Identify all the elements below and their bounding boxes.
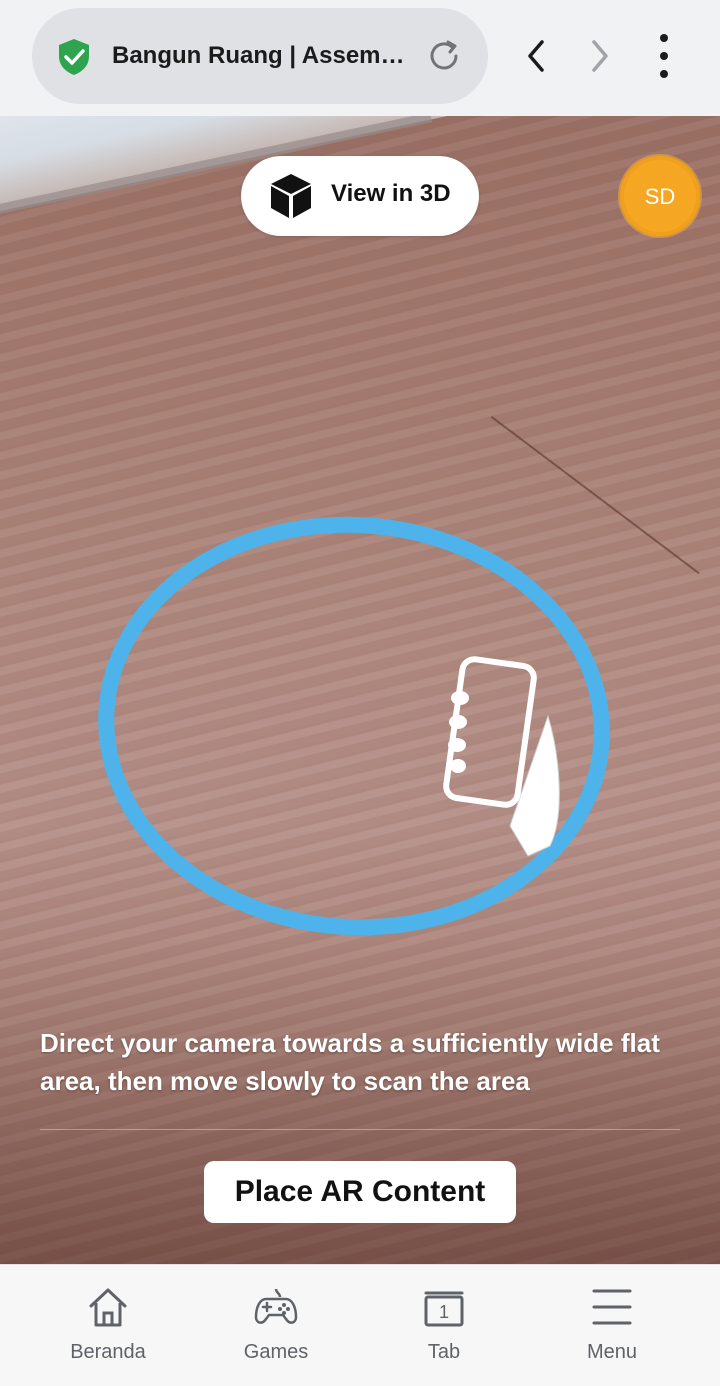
scan-instruction-text: Direct your camera towards a sufficientl… [40,1028,660,1096]
tab-count: 1 [439,1302,449,1322]
address-bar[interactable]: Bangun Ruang | Assemb... [32,8,488,104]
nav-label-tab: Tab [427,1341,461,1363]
nav-item-tab[interactable]: 1 Tab [360,1265,528,1386]
hand-phone-icon [443,656,560,857]
divider [40,1129,680,1130]
avatar[interactable]: SD [620,156,700,236]
more-vertical-icon[interactable] [644,32,684,80]
forward-button[interactable] [580,32,620,80]
shield-check-icon [59,39,89,75]
avatar-initials: SD [644,184,676,209]
bottom-navigation: Beranda Games 1 Tab Menu [0,1264,720,1386]
page-title[interactable]: Bangun Ruang | Assemb... [112,40,412,72]
home-icon [89,1288,127,1327]
nav-item-games[interactable]: Games [192,1265,360,1386]
cube-icon [271,174,311,218]
hamburger-icon [592,1289,632,1325]
gamepad-icon [254,1288,298,1324]
nav-label-games: Games [243,1341,309,1363]
nav-item-menu[interactable]: Menu [528,1265,696,1386]
place-ar-content-button[interactable]: Place AR Content [204,1161,516,1223]
nav-item-beranda[interactable]: Beranda [24,1265,192,1386]
view-in-3d-button[interactable]: View in 3D [241,156,479,236]
browser-toolbar: Bangun Ruang | Assemb... [0,0,720,116]
nav-label-beranda: Beranda [70,1341,146,1363]
view-in-3d-label: View in 3D [331,180,451,207]
tabs-icon: 1 [424,1291,464,1327]
place-ar-content-label: Place AR Content [234,1175,486,1208]
back-button[interactable] [516,32,556,80]
reload-icon[interactable] [424,36,464,76]
ar-camera-view[interactable]: View in 3D SD Direct your camera towards… [0,116,720,1264]
nav-label-menu: Menu [586,1341,638,1363]
